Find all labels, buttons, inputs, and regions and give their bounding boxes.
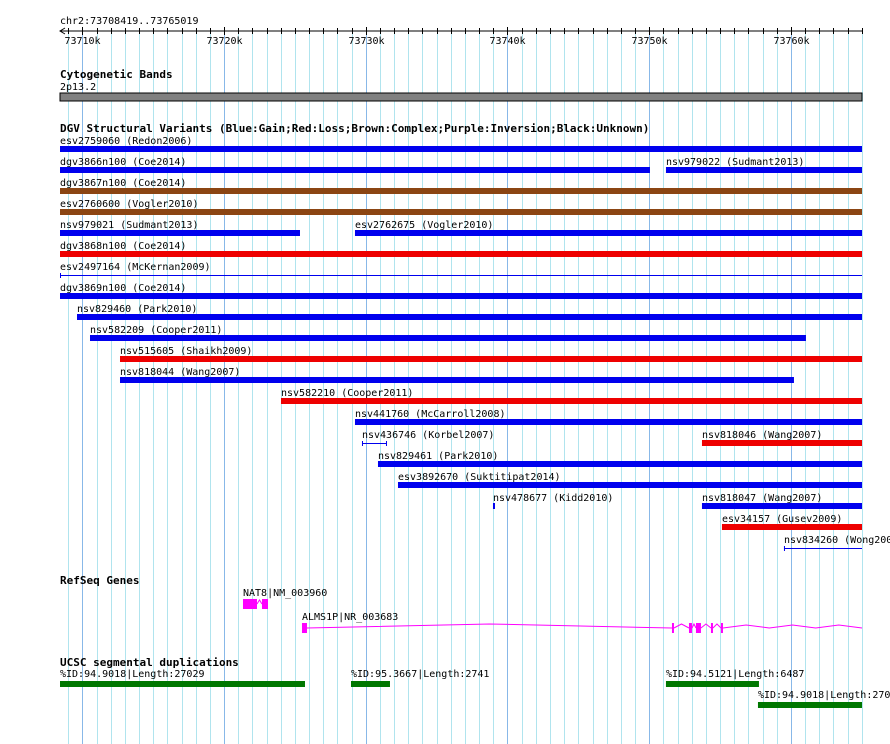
gene-label: ALMS1P|NR_003683 [302,612,398,623]
segdup-label: %ID:94.5121|Length:6487 [666,669,804,680]
variant-label: nsv818044 (Wang2007) [120,367,240,378]
variant-label: nsv818047 (Wang2007) [702,493,822,504]
segdup-bar[interactable] [757,702,862,708]
ruler-tick-label: 73750k [631,36,667,47]
variant-label: nsv582209 (Cooper2011) [90,325,222,336]
segdup-track[interactable]: %ID:94.9018|Length:27029 %ID:95.3667|Leng… [60,669,890,708]
variant-bar[interactable] [77,314,862,320]
variant-bar[interactable] [60,251,862,257]
variant-label: esv2497164 (McKernan2009) [60,262,211,273]
dgv-track[interactable]: esv2759060 (Redon2006) dgv3866n100 (Coe20… [60,136,890,551]
gene-exon[interactable] [720,623,723,633]
variant-label: nsv515605 (Shaikh2009) [120,346,252,357]
variant-bar[interactable] [377,461,862,467]
variant-bar[interactable] [397,482,862,488]
segdup-bar[interactable] [665,681,759,687]
segdup-bar[interactable] [350,681,390,687]
variant-label: esv34157 (Gusev2009) [722,514,842,525]
gene-exon[interactable] [671,623,674,633]
variant-label: esv3892670 (Suktitipat2014) [398,472,561,483]
region-label: chr2:73708419..73765019 [60,16,198,27]
variant-bar[interactable] [60,167,650,173]
gene-intron[interactable] [256,599,263,605]
gene-exon[interactable] [261,599,268,609]
gene-exon[interactable] [695,623,701,633]
variant-bar[interactable] [60,293,862,299]
variant-label: esv2762675 (Vogler2010) [355,220,493,231]
variant-label: nsv582210 (Cooper2011) [281,388,413,399]
variant-bar[interactable] [60,209,862,215]
variant-label: nsv441760 (McCarroll2008) [355,409,506,420]
variant-label: nsv979022 (Sudmant2013) [666,157,804,168]
variant-label: nsv829461 (Park2010) [378,451,498,462]
variant-label: nsv834260 (Wong2007) [784,535,890,546]
refseq-track[interactable]: NAT8|NM_003960 ALMS1P|NR_003683 [242,588,863,633]
gene-intron[interactable] [306,622,863,629]
ruler-tick-label: 73740k [489,36,525,47]
variant-label: nsv818046 (Wang2007) [702,430,822,441]
segdup-bar[interactable] [60,681,305,687]
ruler-tick-label: 73720k [206,36,242,47]
variant-label: dgv3868n100 (Coe2014) [60,241,186,252]
variant-label: nsv478677 (Kidd2010) [493,493,613,504]
variant-label: dgv3867n100 (Coe2014) [60,178,186,189]
variant-bar[interactable] [492,503,495,509]
variant-label: dgv3866n100 (Coe2014) [60,157,186,168]
variant-label: nsv979021 (Sudmant2013) [60,220,198,231]
variant-bar[interactable] [119,356,862,362]
track-title-cytogenetic-bands: Cytogenetic Bands [60,68,173,81]
variant-label: nsv829460 (Park2010) [77,304,197,315]
variant-bar[interactable] [721,524,862,530]
variant-bar[interactable] [280,398,862,404]
variant-bar[interactable] [89,335,806,341]
cytoband-track[interactable]: 2p13.2 [59,82,863,102]
variant-bar[interactable] [665,167,862,173]
ruler-tick-label: 73760k [773,36,809,47]
variant-label: nsv436746 (Korbel2007) [362,430,494,441]
track-title-dgv: DGV Structural Variants (Blue:Gain;Red:L… [60,122,649,135]
cytoband-bar[interactable] [59,92,863,102]
ruler[interactable]: chr2:73708419..73765019 73710k 73720k 7373… [59,16,863,47]
variant-bar[interactable] [701,440,862,446]
variant-label: esv2760600 (Vogler2010) [60,199,198,210]
track-title-refseq: RefSeq Genes [60,574,139,587]
segdup-label: %ID:94.9018|Length:27029 [60,669,205,680]
gene-exon[interactable] [710,623,713,633]
variant-label: esv2759060 (Redon2006) [60,136,192,147]
segdup-label: %ID:95.3667|Length:2741 [351,669,489,680]
cytoband-label: 2p13.2 [60,82,96,93]
genome-browser-panel: chr2:73708419..73765019 73710k 73720k 7373… [59,16,890,744]
gene-label: NAT8|NM_003960 [243,588,327,599]
gene-exon[interactable] [688,623,692,633]
ruler-tick-label: 73710k [64,36,100,47]
variant-bar[interactable] [701,503,862,509]
gene-exon[interactable] [242,599,257,609]
variant-bar[interactable] [60,230,300,236]
variant-bar[interactable] [119,377,794,383]
variant-bar[interactable] [60,146,862,152]
ruler-tick-label: 73730k [348,36,384,47]
gene-exon[interactable] [301,623,307,633]
variant-bar[interactable] [354,419,862,425]
variant-bar[interactable] [354,230,862,236]
variant-label: dgv3869n100 (Coe2014) [60,283,186,294]
variant-bar[interactable] [60,188,862,194]
segdup-label: %ID:94.9018|Length:270 [758,690,890,701]
track-title-segdup: UCSC segmental duplications [60,656,239,669]
